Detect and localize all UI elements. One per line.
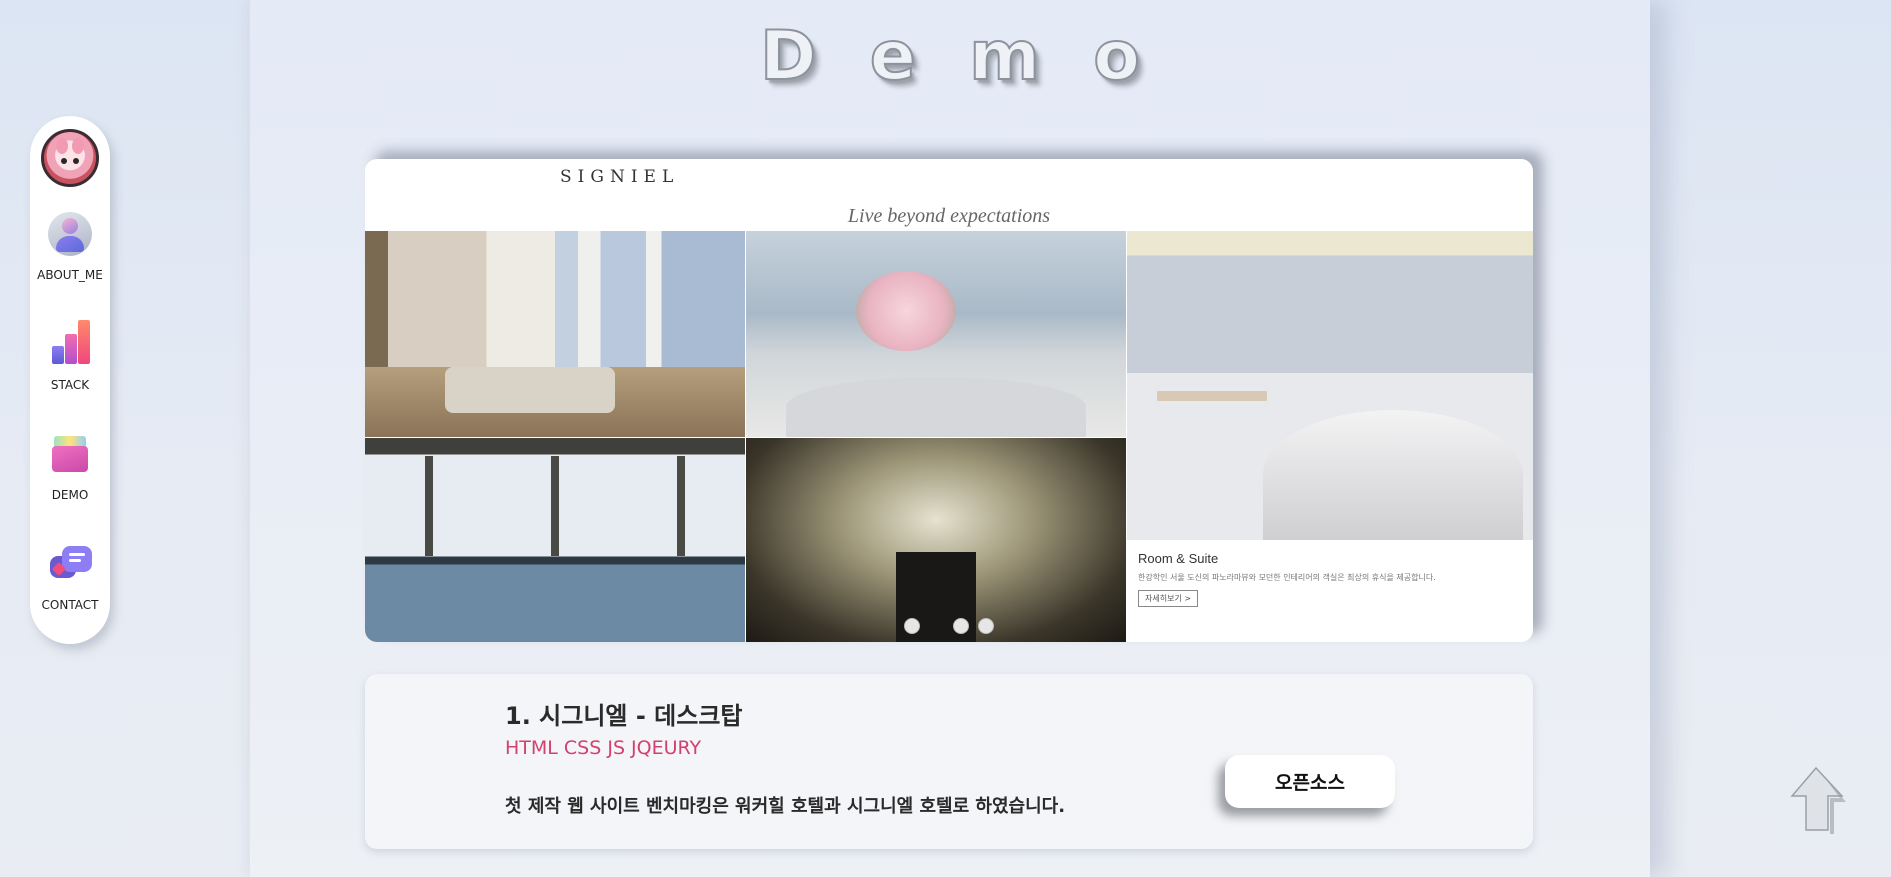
slider-pagination <box>904 618 1004 636</box>
title-letter: m <box>968 16 1041 97</box>
slider-dot[interactable] <box>978 618 994 634</box>
wedding-hall-photo <box>746 438 1126 642</box>
pool-photo <box>365 438 745 642</box>
caption-title: Room & Suite <box>1138 551 1219 566</box>
project-tech-stack: HTML CSS JS JQEURY <box>505 737 702 759</box>
sidebar-item-label: STACK <box>50 378 90 392</box>
caption-text: 한강학인 서울 도신의 파노라마뷰와 모던한 인테리어의 객실은 최상의 휴식을… <box>1138 573 1436 582</box>
sidebar-item-about-me[interactable]: ABOUT_ME <box>30 210 110 282</box>
folder-icon <box>46 430 94 478</box>
avatar[interactable] <box>41 129 99 187</box>
title-letter: e <box>869 16 917 97</box>
scroll-to-top-button[interactable] <box>1788 764 1850 834</box>
up-arrow-icon <box>1790 766 1846 834</box>
view-details-button[interactable]: 자세히보기 > <box>1138 590 1199 607</box>
project-card: 1. 시그니엘 - 데스크탑 HTML CSS JS JQEURY 첫 제작 웹… <box>365 674 1533 849</box>
avatar-eye <box>61 158 67 164</box>
slide-caption: Room & Suite 한강학인 서울 도신의 파노라마뷰와 모던한 인테리어… <box>1138 551 1518 607</box>
sidebar-item-stack[interactable]: STACK <box>30 320 110 392</box>
open-source-button[interactable]: 오픈소스 <box>1225 755 1395 808</box>
champagne-photo <box>746 231 1126 437</box>
chat-bubbles-icon <box>46 540 94 588</box>
suite-bath-photo <box>1127 231 1533 540</box>
avatar-ear <box>72 138 84 154</box>
project-description: 첫 제작 웹 사이트 벤치마킹은 워커힐 호텔과 시그니엘 호텔로 하였습니다. <box>505 796 1066 817</box>
sidebar-item-contact[interactable]: CONTACT <box>30 540 110 612</box>
signiel-logo: SIGNIEL <box>560 167 680 187</box>
title-letter: D <box>759 16 817 97</box>
slider-dot[interactable] <box>904 618 920 634</box>
person-icon <box>46 210 94 258</box>
demo-preview-slider[interactable]: SIGNIEL Live beyond expectations Room & … <box>365 159 1533 642</box>
sidebar-item-label: ABOUT_ME <box>37 268 103 282</box>
sidebar-item-label: CONTACT <box>41 598 99 612</box>
avatar-ear <box>56 138 68 154</box>
slider-dot[interactable] <box>953 618 969 634</box>
sidebar-item-demo[interactable]: DEMO <box>30 430 110 502</box>
project-title: 1. 시그니엘 - 데스크탑 <box>505 702 743 730</box>
sidebar: ABOUT_ME STACK DEMO CONTACT <box>30 116 110 644</box>
sidebar-item-label: DEMO <box>51 488 89 502</box>
page-title: D e m o <box>759 16 1141 97</box>
title-letter: o <box>1092 16 1141 97</box>
bar-chart-icon <box>46 320 94 368</box>
avatar-eye <box>73 158 79 164</box>
slider-tagline: Live beyond expectations <box>847 205 1051 227</box>
lounge-photo <box>365 231 745 437</box>
